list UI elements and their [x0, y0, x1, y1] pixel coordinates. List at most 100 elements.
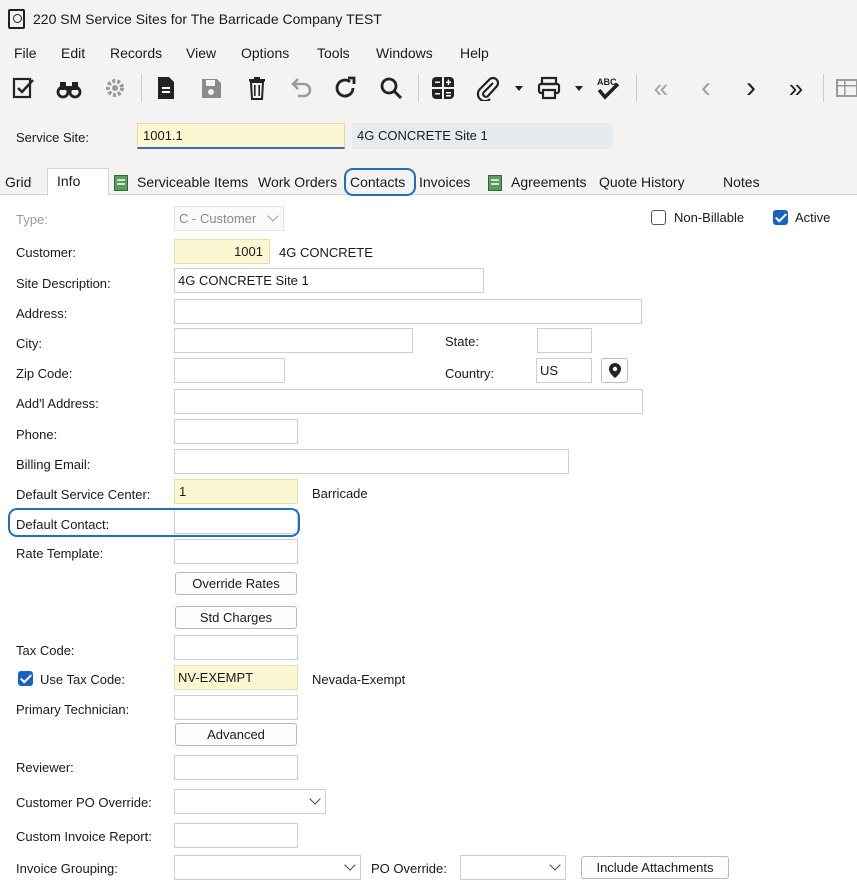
tax-code-label: Tax Code: [16, 643, 75, 658]
menu-windows[interactable]: Windows [376, 45, 433, 61]
map-pin-button[interactable] [601, 358, 628, 383]
site-description-input[interactable]: 4G CONCRETE Site 1 [174, 268, 484, 293]
city-input[interactable] [174, 328, 413, 353]
type-select[interactable]: C - Customer [174, 206, 284, 231]
service-site-input[interactable]: 1001.1 [137, 123, 345, 149]
tab-grid[interactable]: Grid [5, 170, 31, 195]
zip-code-input[interactable] [174, 358, 285, 383]
menu-edit[interactable]: Edit [61, 45, 85, 61]
invoice-grouping-select[interactable] [174, 855, 361, 880]
tab-agreements[interactable]: Agreements [511, 170, 586, 195]
po-override-select[interactable] [460, 855, 566, 880]
gear-settings-icon[interactable] [100, 73, 130, 103]
menu-tools[interactable]: Tools [317, 45, 350, 61]
invoice-grouping-label: Invoice Grouping: [16, 861, 118, 876]
override-rates-button[interactable]: Override Rates [175, 572, 297, 595]
contacts-tab-highlight [344, 168, 416, 196]
primary-technician-input[interactable] [174, 695, 298, 720]
search-icon[interactable] [376, 73, 406, 103]
tab-serviceable-items[interactable]: Serviceable Items [137, 170, 248, 195]
reviewer-input[interactable] [174, 755, 298, 780]
grid-view-icon[interactable] [830, 73, 857, 103]
billing-email-label: Billing Email: [16, 457, 91, 472]
use-tax-code-input[interactable]: NV-EXEMPT [174, 665, 298, 690]
addl-address-label: Add'l Address: [16, 396, 99, 411]
country-input[interactable]: US [536, 358, 592, 383]
attachment-paperclip-icon[interactable] [473, 73, 503, 103]
binoculars-icon[interactable] [54, 73, 84, 103]
type-label: Type: [16, 212, 48, 227]
print-icon[interactable] [534, 73, 564, 103]
calculator-icon[interactable] [428, 73, 458, 103]
use-tax-code-label: Use Tax Code: [40, 672, 126, 687]
customer-name: 4G CONCRETE [279, 245, 373, 260]
agreements-tab-icon [488, 175, 502, 191]
addl-address-input[interactable] [174, 389, 643, 414]
use-tax-code-checkbox[interactable] [18, 671, 33, 686]
phone-input[interactable] [174, 419, 298, 444]
tab-notes[interactable]: Notes [723, 170, 760, 195]
attachment-dropdown-arrow-icon[interactable] [515, 84, 523, 92]
customer-po-override-select[interactable] [174, 789, 326, 814]
last-record-icon[interactable]: » [781, 73, 811, 103]
menu-view[interactable]: View [186, 45, 216, 61]
tab-work-orders[interactable]: Work Orders [258, 170, 337, 195]
address-input[interactable] [174, 299, 642, 324]
default-service-center-input[interactable]: 1 [174, 479, 298, 504]
chevron-down-icon [344, 859, 356, 871]
service-site-description: 4G CONCRETE Site 1 [352, 123, 613, 149]
toolbar: ABC « ‹ › » [0, 68, 857, 108]
edit-checklist-icon[interactable] [9, 73, 39, 103]
include-attachments-button[interactable]: Include Attachments [581, 856, 729, 879]
chevron-down-icon [267, 210, 279, 222]
title-bar: 220 SM Service Sites for The Barricade C… [0, 0, 857, 38]
default-service-center-label: Default Service Center: [16, 487, 151, 502]
chevron-down-icon [549, 859, 561, 871]
toolbar-separator [636, 74, 637, 102]
tax-code-input[interactable] [174, 635, 298, 660]
std-charges-button[interactable]: Std Charges [175, 606, 297, 629]
tab-invoices[interactable]: Invoices [419, 170, 470, 195]
city-label: City: [16, 336, 42, 351]
toolbar-separator [418, 74, 419, 102]
customer-label: Customer: [16, 245, 76, 260]
state-input[interactable] [537, 328, 592, 353]
customer-input[interactable]: 1001 [174, 239, 270, 264]
active-label: Active [795, 210, 831, 225]
billing-email-input[interactable] [174, 449, 569, 474]
address-label: Address: [16, 306, 68, 321]
menu-options[interactable]: Options [241, 45, 289, 61]
spellcheck-icon[interactable]: ABC [593, 73, 623, 103]
previous-record-icon[interactable]: ‹ [691, 71, 721, 104]
active-checkbox[interactable] [773, 210, 788, 225]
non-billable-label: Non-Billable [674, 210, 745, 225]
tab-quote-history[interactable]: Quote History [599, 170, 685, 195]
serviceable-items-tab-icon [114, 175, 128, 191]
customer-po-override-label: Customer PO Override: [16, 795, 152, 810]
menu-bar: File Edit Records View Options Tools Win… [0, 38, 857, 68]
site-description-label: Site Description: [16, 276, 111, 291]
rate-template-input[interactable] [174, 539, 298, 564]
tab-info[interactable]: Info [47, 168, 109, 196]
menu-help[interactable]: Help [460, 45, 489, 61]
country-label: Country: [445, 366, 495, 381]
save-icon[interactable] [196, 73, 226, 103]
tab-strip: Grid Info Serviceable Items Work Orders … [0, 166, 857, 196]
advanced-button[interactable]: Advanced [175, 723, 297, 746]
primary-technician-label: Primary Technician: [16, 702, 130, 717]
first-record-icon[interactable]: « [646, 73, 676, 103]
rate-template-label: Rate Template: [16, 546, 104, 561]
refresh-icon[interactable] [331, 73, 361, 103]
custom-invoice-report-input[interactable] [174, 823, 298, 848]
new-document-icon[interactable] [151, 73, 181, 103]
undo-icon[interactable] [286, 73, 316, 103]
zip-code-label: Zip Code: [16, 366, 73, 381]
menu-records[interactable]: Records [110, 45, 162, 61]
next-record-icon[interactable]: › [736, 71, 766, 104]
menu-file[interactable]: File [14, 45, 37, 61]
window-title: 220 SM Service Sites for The Barricade C… [33, 11, 382, 27]
state-label: State: [445, 334, 479, 349]
non-billable-checkbox[interactable] [651, 210, 666, 225]
print-dropdown-arrow-icon[interactable] [575, 84, 583, 92]
delete-trash-icon[interactable] [242, 73, 272, 103]
